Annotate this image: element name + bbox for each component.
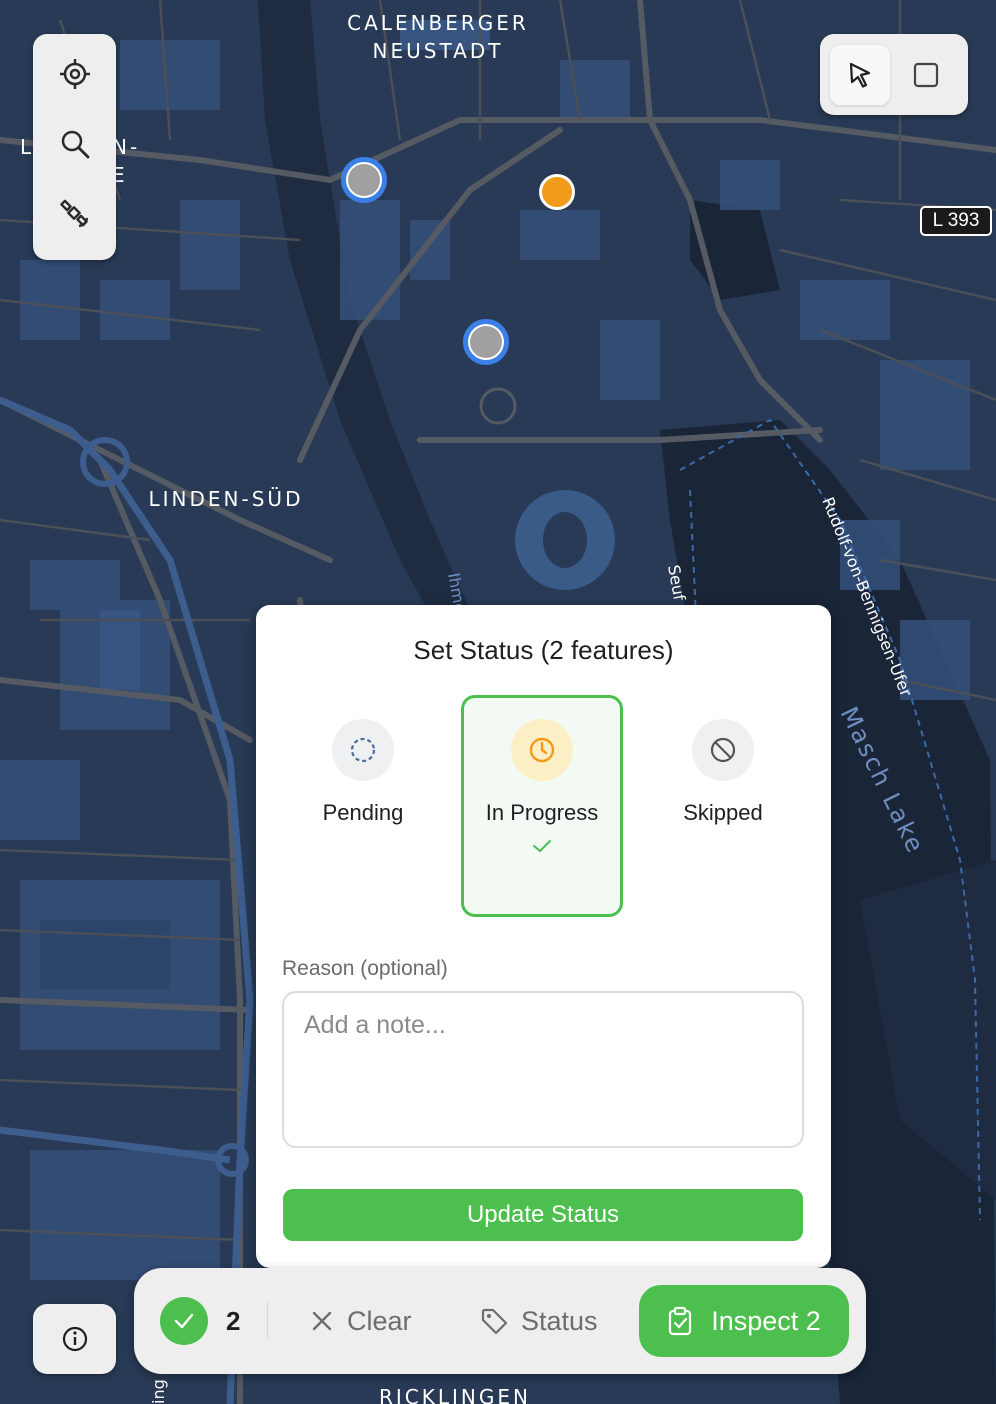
map-label-linden-sud: LINDEN-SÜD [149, 487, 304, 511]
pointer-icon [849, 62, 871, 88]
reason-label: Reason (optional) [282, 957, 448, 980]
selected-check-badge [160, 1297, 208, 1345]
clock-icon [529, 737, 555, 763]
map-tools-panel [33, 34, 116, 260]
road-shield-badge: L 393 [920, 206, 992, 236]
clipboard-check-icon [669, 1306, 692, 1336]
close-icon [312, 1311, 332, 1331]
inspect-button-label: Inspect 2 [711, 1305, 821, 1336]
status-option-pending[interactable]: Pending [282, 695, 444, 917]
selection-action-bar: 2 Clear Status Inspect 2 [134, 1268, 866, 1374]
locate-button[interactable] [45, 44, 105, 104]
satellite-icon [59, 199, 88, 228]
skipped-icon-circle [692, 719, 754, 781]
status-option-skipped[interactable]: Skipped [642, 695, 804, 917]
map-label-neustadt: NEUSTADT [373, 39, 504, 63]
selected-check-icon [533, 840, 551, 853]
feature-marker-selected[interactable] [463, 319, 509, 365]
box-select-button[interactable] [896, 45, 956, 105]
info-button[interactable] [33, 1304, 116, 1374]
ban-icon [710, 737, 736, 763]
dashed-circle-icon [350, 737, 376, 763]
pending-icon-circle [332, 719, 394, 781]
in-progress-icon-circle [511, 719, 573, 781]
locate-icon [59, 59, 90, 89]
dialog-title: Set Status (2 features) [413, 635, 674, 665]
tag-icon [481, 1308, 508, 1335]
map-label-partial-ing: ing [149, 1379, 168, 1404]
clear-button[interactable]: Clear [309, 1296, 412, 1346]
selected-count-value: 2 [226, 1305, 241, 1336]
status-option-label: Pending [322, 800, 404, 825]
set-status-dialog: Set Status (2 features) Pending In Progr… [256, 605, 831, 1268]
search-icon [61, 130, 89, 159]
inspect-button[interactable]: Inspect 2 [639, 1285, 849, 1357]
status-button-label: Status [521, 1305, 598, 1336]
selection-mode-panel [820, 34, 968, 115]
feature-marker-in-progress[interactable] [539, 174, 575, 210]
marker-fill [470, 326, 502, 358]
clear-button-label: Clear [347, 1305, 412, 1336]
check-icon [174, 1313, 194, 1329]
map-label-partial-n: N- [112, 135, 140, 159]
marker-fill [348, 164, 380, 196]
search-button[interactable] [45, 114, 105, 174]
feature-marker-selected[interactable] [341, 157, 387, 203]
divider [267, 1302, 268, 1340]
update-status-button[interactable]: Update Status [283, 1189, 803, 1241]
selection-count: 2 [160, 1297, 240, 1345]
pointer-select-button[interactable] [830, 44, 890, 105]
status-option-label: Skipped [683, 800, 763, 825]
satellite-button[interactable] [45, 184, 105, 244]
square-select-icon [913, 62, 939, 87]
status-option-label: In Progress [485, 800, 599, 825]
map-label-ricklingen: RICKLINGEN [379, 1385, 531, 1404]
info-icon [62, 1326, 87, 1352]
status-option-in-progress[interactable]: In Progress [461, 695, 623, 917]
map-label-calenberger: CALENBERGER [347, 11, 529, 35]
reason-note-input[interactable] [282, 991, 804, 1148]
status-button[interactable]: Status [479, 1296, 598, 1346]
